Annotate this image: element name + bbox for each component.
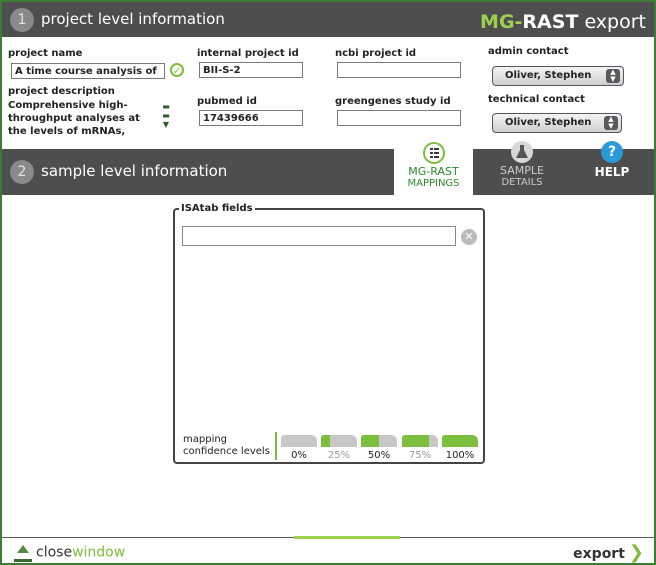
close-window-button[interactable]: closewindow [14,543,125,562]
confidence-label: mapping confidence levels [183,434,270,458]
confidence-level: 75% [402,435,438,461]
admin-contact-select[interactable]: Oliver, Stephen ▲ ▼ [492,66,624,86]
confidence-fill [361,435,379,447]
step-number: 1 [10,8,34,32]
confidence-bar [361,435,397,447]
confidence-percent: 75% [408,450,432,461]
tab-label-line1: HELP [594,165,630,179]
technical-contact-label: technical contact [488,94,585,105]
confidence-bar [402,435,438,447]
brand-mg: MG- [480,11,523,33]
tab-mgrast-mappings[interactable]: MG-RAST MAPPINGS [394,141,473,195]
help-icon: ? [601,141,623,163]
brand-export: export [578,11,646,33]
technical-contact-select[interactable]: Oliver, Stephen ▲ ▼ [492,113,622,133]
export-window: 1 project level information MG-RAST expo… [0,0,656,565]
tab-label-line1: SAMPLE [500,164,544,177]
isatab-panel: ISAtab fields ✕ mapping confidence level… [173,203,485,464]
isatab-search-input[interactable] [182,226,456,246]
mappings-icon [422,142,445,164]
confidence-bar [321,435,357,447]
close-prefix: close [36,544,73,561]
pubmed-field[interactable]: 17439666 [199,110,303,126]
confidence-bar [442,435,478,447]
confidence-level: 25% [321,435,357,461]
project-section-header: 1 project level information MG-RAST expo… [2,2,654,37]
confidence-fill [321,435,330,447]
confidence-label-line1: mapping [183,434,228,445]
close-suffix: window [72,544,126,561]
admin-contact-value: Oliver, Stephen [505,70,592,81]
project-section-title: project level information [41,10,225,28]
confidence-level: 0% [281,435,317,461]
scroll-indicator-icon[interactable]: ▬ ▬ ▼ [162,102,170,129]
tab-sample-details[interactable]: SAMPLE DETAILS [482,141,562,195]
isatab-title: ISAtab fields [179,203,255,214]
stepper-icon: ▲ ▼ [606,69,620,83]
stepper-icon: ▲ ▼ [604,116,618,130]
confidence-level: 100% [442,435,478,461]
greengenes-label: greengenes study id [335,96,451,107]
description-label: project description [8,86,115,97]
confidence-bar [281,435,317,447]
export-button[interactable]: export ❯ [573,542,644,563]
confidence-level: 50% [361,435,397,461]
confidence-percent: 50% [367,450,391,461]
ncbi-id-field[interactable] [337,62,461,78]
admin-contact-label: admin contact [488,46,569,57]
step-number: 2 [10,160,34,184]
tab-label-line2: MAPPINGS [407,178,460,189]
flask-icon [511,141,533,163]
internal-id-field[interactable]: BII-S-2 [199,62,303,78]
chevron-right-icon: ❯ [628,542,644,563]
close-window-icon [14,543,32,562]
tab-help[interactable]: ? HELP [572,141,652,195]
sample-section-title: sample level information [41,162,228,180]
confidence-percent: 100% [445,450,475,461]
export-label: export [573,546,625,562]
ncbi-id-label: ncbi project id [335,48,417,59]
project-name-field[interactable]: A time course analysis of [11,63,165,79]
brand-rast: RAST [522,11,579,33]
greengenes-field[interactable] [337,110,461,126]
confidence-label-line2: confidence levels [183,446,270,457]
check-icon: ✓ [170,63,184,77]
tab-label-line2: DETAILS [501,177,543,188]
internal-id-label: internal project id [197,48,299,59]
brand-logo: MG-RAST export [480,11,646,33]
description-field[interactable]: Comprehensive high-throughput analyses a… [8,99,156,138]
resize-handle[interactable] [294,536,400,539]
tab-label-line1: MG-RAST [408,165,459,178]
confidence-divider [275,432,277,460]
clear-icon[interactable]: ✕ [461,229,477,245]
confidence-fill [442,435,478,447]
confidence-percent: 25% [327,450,351,461]
pubmed-label: pubmed id [197,96,257,107]
project-name-label: project name [8,48,83,59]
technical-contact-value: Oliver, Stephen [505,117,592,128]
confidence-percent: 0% [291,450,307,461]
confidence-fill [402,435,429,447]
